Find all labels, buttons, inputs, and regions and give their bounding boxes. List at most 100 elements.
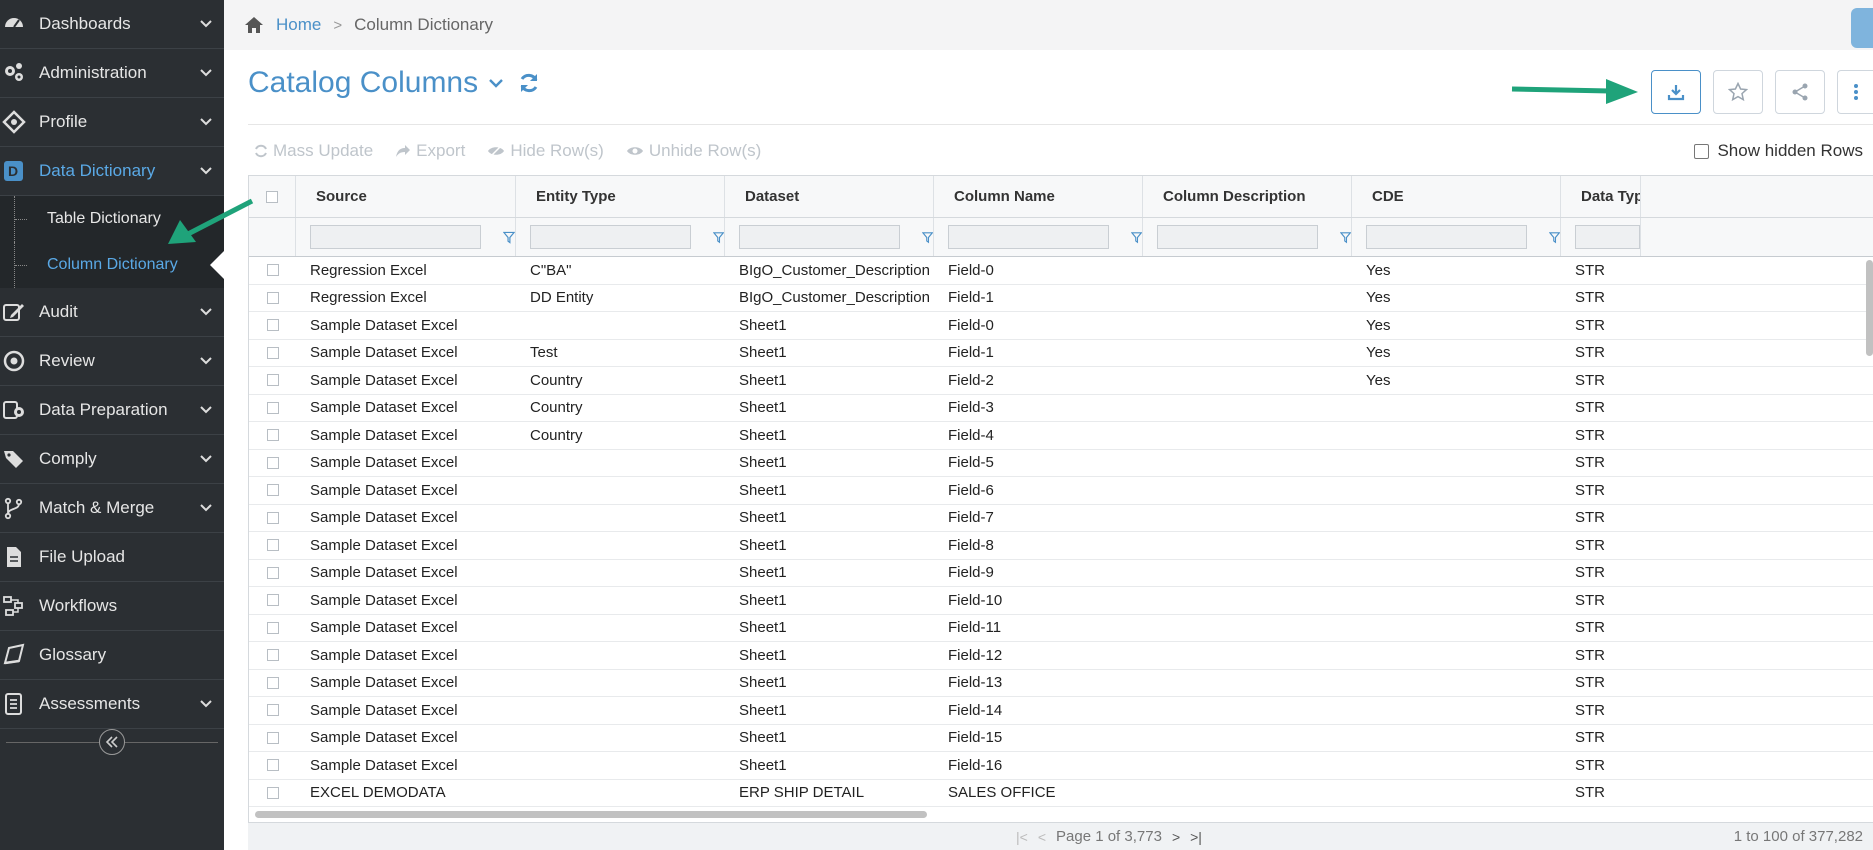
- table-row[interactable]: Regression Excel DD Entity BIgO_Customer_D…: [249, 285, 1873, 312]
- row-checkbox[interactable]: [266, 346, 279, 359]
- next-page-button[interactable]: >: [1172, 829, 1180, 845]
- home-icon[interactable]: [244, 16, 264, 34]
- filter-input-data-typ[interactable]: [1575, 225, 1640, 249]
- row-checkbox[interactable]: [266, 429, 279, 442]
- table-row[interactable]: Sample Dataset Excel Sheet1 Field-9 STR: [249, 560, 1873, 587]
- table-row[interactable]: Regression Excel C"BA" BIgO_Customer_Descr…: [249, 257, 1873, 285]
- row-checkbox[interactable]: [266, 731, 279, 744]
- filter-input-column-name[interactable]: [948, 225, 1109, 249]
- filter-input-column-description[interactable]: [1157, 225, 1318, 249]
- row-checkbox[interactable]: [266, 319, 279, 332]
- share-button[interactable]: [1775, 70, 1825, 114]
- table-row[interactable]: Sample Dataset Excel Sheet1 Field-12 STR: [249, 642, 1873, 670]
- refresh-icon[interactable]: [518, 72, 540, 94]
- filter-input-source[interactable]: [310, 225, 482, 249]
- row-checkbox[interactable]: [266, 264, 279, 277]
- row-checkbox[interactable]: [266, 566, 279, 579]
- table-row[interactable]: Sample Dataset Excel Country Sheet1 Field-3…: [249, 395, 1873, 422]
- column-header-dataset[interactable]: Dataset: [725, 176, 934, 217]
- sidebar-item-audit[interactable]: Audit: [0, 288, 224, 337]
- table-row[interactable]: Sample Dataset Excel Sheet1 Field-5 STR: [249, 450, 1873, 477]
- sidebar-subitem-column-dictionary[interactable]: Column Dictionary: [14, 242, 225, 288]
- chevron-down-icon[interactable]: [488, 77, 504, 89]
- row-checkbox[interactable]: [266, 759, 279, 772]
- filter-icon[interactable]: [1130, 231, 1142, 244]
- row-checkbox[interactable]: [266, 704, 279, 717]
- sidebar-item-data-preparation[interactable]: Data Preparation: [0, 386, 224, 435]
- filter-icon[interactable]: [503, 231, 515, 244]
- row-checkbox[interactable]: [266, 291, 279, 304]
- table-row[interactable]: Sample Dataset Excel Sheet1 Field-13 STR: [249, 670, 1873, 697]
- sidebar-item-profile[interactable]: Profile: [0, 98, 224, 147]
- sidebar-item-file-upload[interactable]: File Upload: [0, 533, 224, 582]
- sidebar-item-data-dictionary[interactable]: D Data Dictionary: [0, 147, 224, 196]
- sidebar-item-match-merge[interactable]: Match & Merge: [0, 484, 224, 533]
- last-page-button[interactable]: >|: [1190, 829, 1202, 845]
- filter-input-dataset[interactable]: [739, 225, 900, 249]
- favorite-button[interactable]: [1713, 70, 1763, 114]
- filter-icon[interactable]: [712, 231, 724, 244]
- table-row[interactable]: Sample Dataset Excel Country Sheet1 Field-2…: [249, 367, 1873, 395]
- breadcrumb-home-link[interactable]: Home: [276, 15, 321, 35]
- sidebar-item-dashboards[interactable]: Dashboards: [0, 0, 224, 49]
- column-header-column-name[interactable]: Column Name: [934, 176, 1143, 217]
- show-hidden-rows-toggle[interactable]: Show hidden Rows: [1694, 141, 1863, 161]
- row-checkbox[interactable]: [266, 649, 279, 662]
- hide-rows-button[interactable]: Hide Row(s): [487, 141, 604, 161]
- filter-icon[interactable]: [921, 231, 933, 244]
- table-row[interactable]: Sample Dataset Excel Country Sheet1 Field-4…: [249, 422, 1873, 450]
- table-row[interactable]: Sample Dataset Excel Sheet1 Field-6 STR: [249, 477, 1873, 505]
- table-cell: Sample Dataset Excel: [310, 454, 458, 472]
- table-row[interactable]: Sample Dataset Excel Sheet1 Field-7 STR: [249, 505, 1873, 532]
- table-row[interactable]: Sample Dataset Excel Sheet1 Field-11 STR: [249, 615, 1873, 642]
- column-header-cde[interactable]: CDE: [1352, 176, 1561, 217]
- row-select-cell: [249, 450, 296, 477]
- table-row[interactable]: EXCEL DEMODATA ERP SHIP DETAIL SALES OFFIC…: [249, 780, 1873, 807]
- sidebar-item-glossary[interactable]: Glossary: [0, 631, 224, 680]
- show-hidden-rows-checkbox[interactable]: [1694, 143, 1710, 159]
- row-checkbox[interactable]: [266, 786, 279, 799]
- filter-input-entity-type[interactable]: [530, 225, 691, 249]
- collapse-sidebar-button[interactable]: [99, 729, 125, 755]
- previous-page-button[interactable]: <: [1038, 829, 1046, 845]
- more-options-button[interactable]: [1837, 70, 1873, 114]
- settings-tab-button[interactable]: [1851, 8, 1873, 48]
- mass-update-button[interactable]: Mass Update: [254, 141, 373, 161]
- row-checkbox[interactable]: [266, 511, 279, 524]
- filter-icon[interactable]: [1548, 231, 1560, 244]
- sidebar-item-review[interactable]: Review: [0, 337, 224, 386]
- filter-input-cde[interactable]: [1366, 225, 1527, 249]
- row-checkbox[interactable]: [266, 374, 279, 387]
- table-row[interactable]: Sample Dataset Excel Sheet1 Field-14 STR: [249, 697, 1873, 725]
- table-row[interactable]: Sample Dataset Excel Test Sheet1 Field-1 Yes…: [249, 340, 1873, 367]
- unhide-rows-button[interactable]: Unhide Row(s): [626, 141, 761, 161]
- sidebar-item-administration[interactable]: Administration: [0, 49, 224, 98]
- table-row[interactable]: Sample Dataset Excel Sheet1 Field-10 STR: [249, 587, 1873, 615]
- select-all-checkbox[interactable]: [266, 190, 278, 203]
- table-row[interactable]: Sample Dataset Excel Sheet1 Field-8 STR: [249, 532, 1873, 560]
- row-checkbox[interactable]: [266, 401, 279, 414]
- first-page-button[interactable]: |<: [1016, 829, 1028, 845]
- column-header-entity-type[interactable]: Entity Type: [516, 176, 725, 217]
- table-row[interactable]: Sample Dataset Excel Sheet1 Field-16 STR: [249, 752, 1873, 780]
- sidebar-item-assessments[interactable]: Assessments: [0, 680, 224, 729]
- column-header-column-description[interactable]: Column Description: [1143, 176, 1352, 217]
- vertical-scrollbar[interactable]: [1866, 260, 1873, 356]
- column-header-data-typ[interactable]: Data Typ: [1561, 176, 1641, 217]
- column-header-label: Source: [316, 188, 367, 205]
- table-row[interactable]: Sample Dataset Excel Sheet1 Field-15 STR: [249, 725, 1873, 752]
- filter-icon[interactable]: [1339, 231, 1351, 244]
- table-row[interactable]: Sample Dataset Excel Sheet1 Field-0 Yes STR: [249, 312, 1873, 340]
- row-checkbox[interactable]: [266, 621, 279, 634]
- column-header-source[interactable]: Source: [296, 176, 516, 217]
- row-checkbox[interactable]: [266, 539, 279, 552]
- row-checkbox[interactable]: [266, 484, 279, 497]
- horizontal-scrollbar[interactable]: [255, 811, 927, 818]
- download-button[interactable]: [1651, 70, 1701, 114]
- row-checkbox[interactable]: [266, 676, 279, 689]
- row-checkbox[interactable]: [266, 456, 279, 469]
- sidebar-item-comply[interactable]: Comply: [0, 435, 224, 484]
- export-button[interactable]: Export: [395, 141, 465, 161]
- sidebar-item-workflows[interactable]: Workflows: [0, 582, 224, 631]
- row-checkbox[interactable]: [266, 594, 279, 607]
